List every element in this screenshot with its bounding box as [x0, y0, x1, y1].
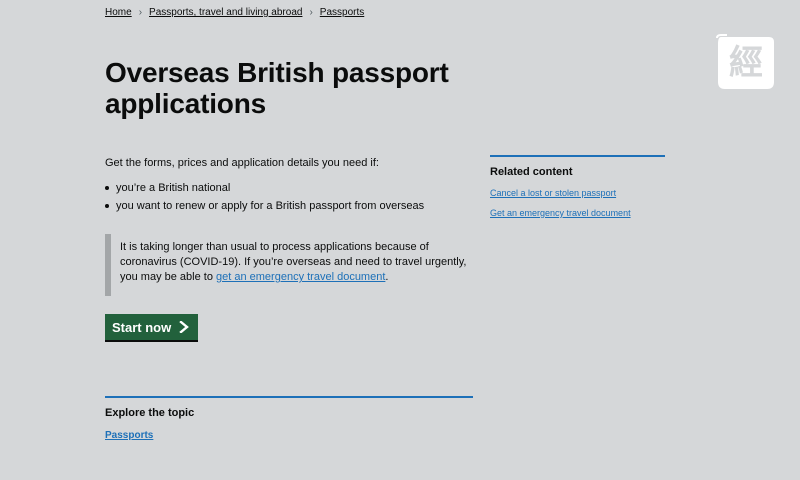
breadcrumb: Home › Passports, travel and living abro… — [105, 7, 364, 18]
covid-inset-notice: It is taking longer than usual to proces… — [105, 234, 473, 296]
related-content-heading: Related content — [490, 166, 573, 178]
list-item: Get an emergency travel document — [490, 208, 665, 219]
breadcrumb-separator: › — [309, 7, 313, 18]
list-item: you’re a British national — [105, 181, 475, 195]
section-divider — [105, 396, 473, 398]
breadcrumb-passports-travel-link[interactable]: Passports, travel and living abroad — [149, 7, 302, 18]
emergency-travel-document-link[interactable]: get an emergency travel document — [216, 271, 385, 283]
eligibility-list: you’re a British national you want to re… — [105, 181, 475, 217]
page-title: Overseas British passport applications — [105, 57, 449, 119]
watermark-logo: 經 — [716, 34, 774, 89]
intro-text: Get the forms, prices and application de… — [105, 157, 379, 169]
svg-text:經: 經 — [729, 43, 763, 83]
related-content: Related content Cancel a lost or stolen … — [490, 155, 665, 228]
chevron-right-icon — [179, 321, 190, 333]
start-now-button[interactable]: Start now — [105, 314, 198, 340]
breadcrumb-home-link[interactable]: Home — [105, 7, 132, 18]
breadcrumb-separator: › — [138, 7, 143, 18]
explore-passports-link[interactable]: Passports — [105, 430, 153, 441]
list-item: Cancel a lost or stolen passport — [490, 188, 665, 199]
explore-topic-heading: Explore the topic — [105, 407, 195, 419]
related-links-list: Cancel a lost or stolen passport Get an … — [490, 188, 665, 219]
emergency-travel-document-related-link[interactable]: Get an emergency travel document — [490, 208, 631, 218]
inset-text-end: . — [385, 271, 389, 283]
list-item: you want to renew or apply for a British… — [105, 199, 475, 213]
cancel-lost-passport-link[interactable]: Cancel a lost or stolen passport — [490, 188, 616, 198]
start-button-label: Start now — [112, 319, 172, 335]
breadcrumb-passports-link[interactable]: Passports — [320, 7, 364, 18]
